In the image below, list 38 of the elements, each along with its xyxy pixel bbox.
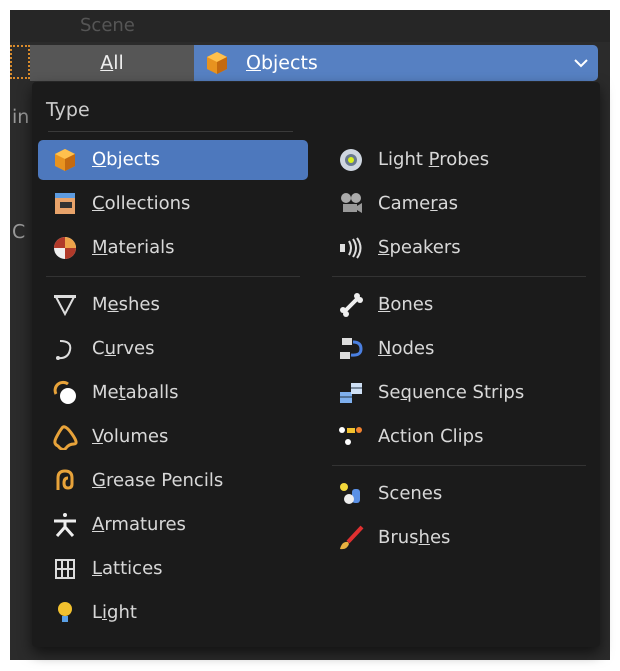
menu-item[interactable]: Action Clips	[324, 416, 594, 456]
stick-figure-icon	[52, 512, 78, 538]
menu-header: Type	[45, 98, 91, 123]
menu-item[interactable]: Brushes	[324, 518, 594, 558]
menu-item[interactable]: Bones	[324, 284, 594, 324]
menu-item[interactable]: Metaballs	[38, 372, 308, 412]
menu-item[interactable]: Curves	[38, 328, 308, 368]
checkered-ball-icon	[52, 234, 78, 260]
menu-item[interactable]: Light	[38, 592, 308, 632]
speaker-icon	[338, 234, 364, 260]
menu-item[interactable]: Light Probes	[324, 140, 594, 180]
bone-icon	[338, 292, 364, 318]
menu-item[interactable]: Scenes	[324, 474, 594, 514]
menu-item[interactable]: Nodes	[324, 328, 594, 368]
cube-icon	[204, 50, 230, 76]
background-label: in	[12, 105, 30, 130]
type-dropdown[interactable]: Objects	[194, 45, 598, 81]
menu-item[interactable]: Volumes	[38, 416, 308, 456]
all-button[interactable]: All	[30, 45, 194, 81]
background-label: C	[12, 220, 26, 244]
box-stack-icon	[52, 190, 78, 216]
blob-icon	[52, 380, 78, 406]
node-icon	[338, 336, 364, 362]
cloud-outline-icon	[52, 424, 78, 450]
menu-item[interactable]: Collections	[38, 184, 308, 224]
menu-item[interactable]: Lattices	[38, 548, 308, 588]
cube-icon	[52, 146, 78, 172]
menu-item[interactable]: Speakers	[324, 228, 594, 268]
menu-item[interactable]: Grease Pencils	[38, 460, 308, 500]
menu-item[interactable]: Armatures	[38, 504, 308, 544]
chevron-down-icon	[574, 58, 588, 68]
menu-item[interactable]: Sequence Strips	[324, 372, 594, 412]
paintbrush-icon	[338, 524, 364, 550]
menu-item[interactable]: Cameras	[324, 184, 594, 224]
target-icon	[338, 146, 364, 172]
menu-item[interactable]: Objects	[38, 140, 308, 180]
menu-item[interactable]: Materials	[38, 228, 308, 268]
menu-item[interactable]: Meshes	[38, 284, 308, 324]
